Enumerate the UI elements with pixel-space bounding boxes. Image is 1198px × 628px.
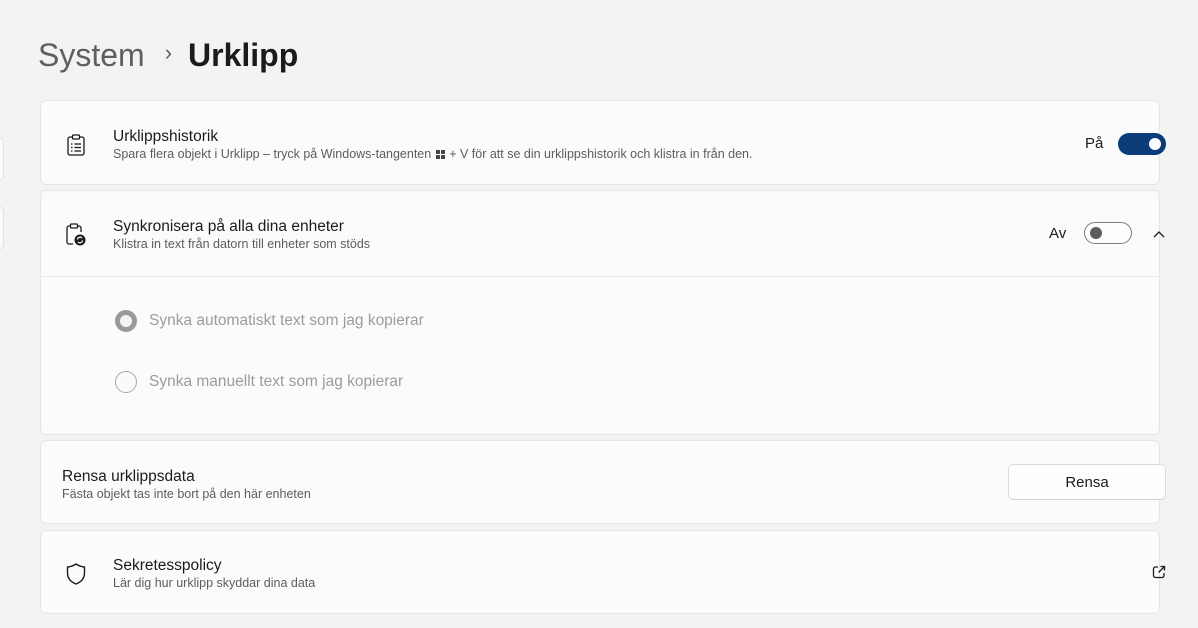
sidebar-edge-item[interactable] xyxy=(0,138,4,180)
chevron-up-icon[interactable] xyxy=(1151,226,1167,242)
sync-title: Synkronisera på alla dina enheter xyxy=(113,218,344,235)
clear-data-desc: Fästa objekt tas inte bort på den här en… xyxy=(62,487,311,501)
toggle-knob xyxy=(1090,227,1102,239)
clear-data-text: Rensa urklippsdata Fästa objekt tas inte… xyxy=(62,467,311,502)
settings-page: System › Urklipp Urklippshistorik Spara … xyxy=(0,0,1198,628)
sync-option-manual[interactable]: Synka manuellt text som jag kopierar xyxy=(115,371,403,393)
clipboard-history-card: Urklippshistorik Spara flera objekt i Ur… xyxy=(40,100,1166,185)
section-divider xyxy=(41,276,1159,277)
clipboard-sync-icon xyxy=(65,223,87,246)
sidebar-edge-item[interactable] xyxy=(0,207,4,249)
sync-text: Synkronisera på alla dina enheter Klistr… xyxy=(113,217,370,252)
toggle-knob xyxy=(1149,138,1161,150)
shield-icon xyxy=(65,563,87,585)
page-title: Urklipp xyxy=(188,36,299,73)
clear-data-card: Rensa urklippsdata Fästa objekt tas inte… xyxy=(40,440,1166,524)
clipboard-history-title: Urklippshistorik xyxy=(113,128,219,145)
privacy-title: Sekretesspolicy xyxy=(113,557,222,574)
radio-manual[interactable] xyxy=(115,371,137,393)
windows-key-icon xyxy=(435,150,445,159)
breadcrumb-parent[interactable]: System xyxy=(38,37,145,74)
breadcrumb: System › Urklipp xyxy=(38,32,298,78)
sync-card: Synkronisera på alla dina enheter Klistr… xyxy=(40,190,1165,435)
sync-desc: Klistra in text från datorn till enheter… xyxy=(113,237,371,251)
sync-toggle[interactable] xyxy=(1084,222,1132,244)
sync-option-auto-label: Synka automatiskt text som jag kopierar xyxy=(149,312,424,329)
sync-option-auto[interactable]: Synka automatiskt text som jag kopierar xyxy=(115,310,424,332)
clipboard-history-state-label: På xyxy=(1085,135,1104,152)
sync-state-label: Av xyxy=(1049,225,1067,242)
clipboard-history-toggle[interactable] xyxy=(1118,133,1166,155)
privacy-desc: Lär dig hur urklipp skyddar dina data xyxy=(113,576,316,590)
sync-option-manual-label: Synka manuellt text som jag kopierar xyxy=(149,373,404,390)
clipboard-history-desc: Spara flera objekt i Urklipp – tryck på … xyxy=(113,147,753,161)
privacy-card[interactable]: Sekretesspolicy Lär dig hur urklipp skyd… xyxy=(40,530,1166,614)
breadcrumb-separator: › xyxy=(164,40,173,65)
privacy-text: Sekretesspolicy Lär dig hur urklipp skyd… xyxy=(113,556,315,591)
clear-button[interactable]: Rensa xyxy=(1008,464,1166,500)
clear-data-title: Rensa urklippsdata xyxy=(62,468,195,485)
open-external-icon[interactable] xyxy=(1151,564,1167,580)
clipboard-list-icon xyxy=(65,134,87,156)
clipboard-history-text: Urklippshistorik Spara flera objekt i Ur… xyxy=(113,127,752,162)
radio-auto[interactable] xyxy=(115,310,137,332)
